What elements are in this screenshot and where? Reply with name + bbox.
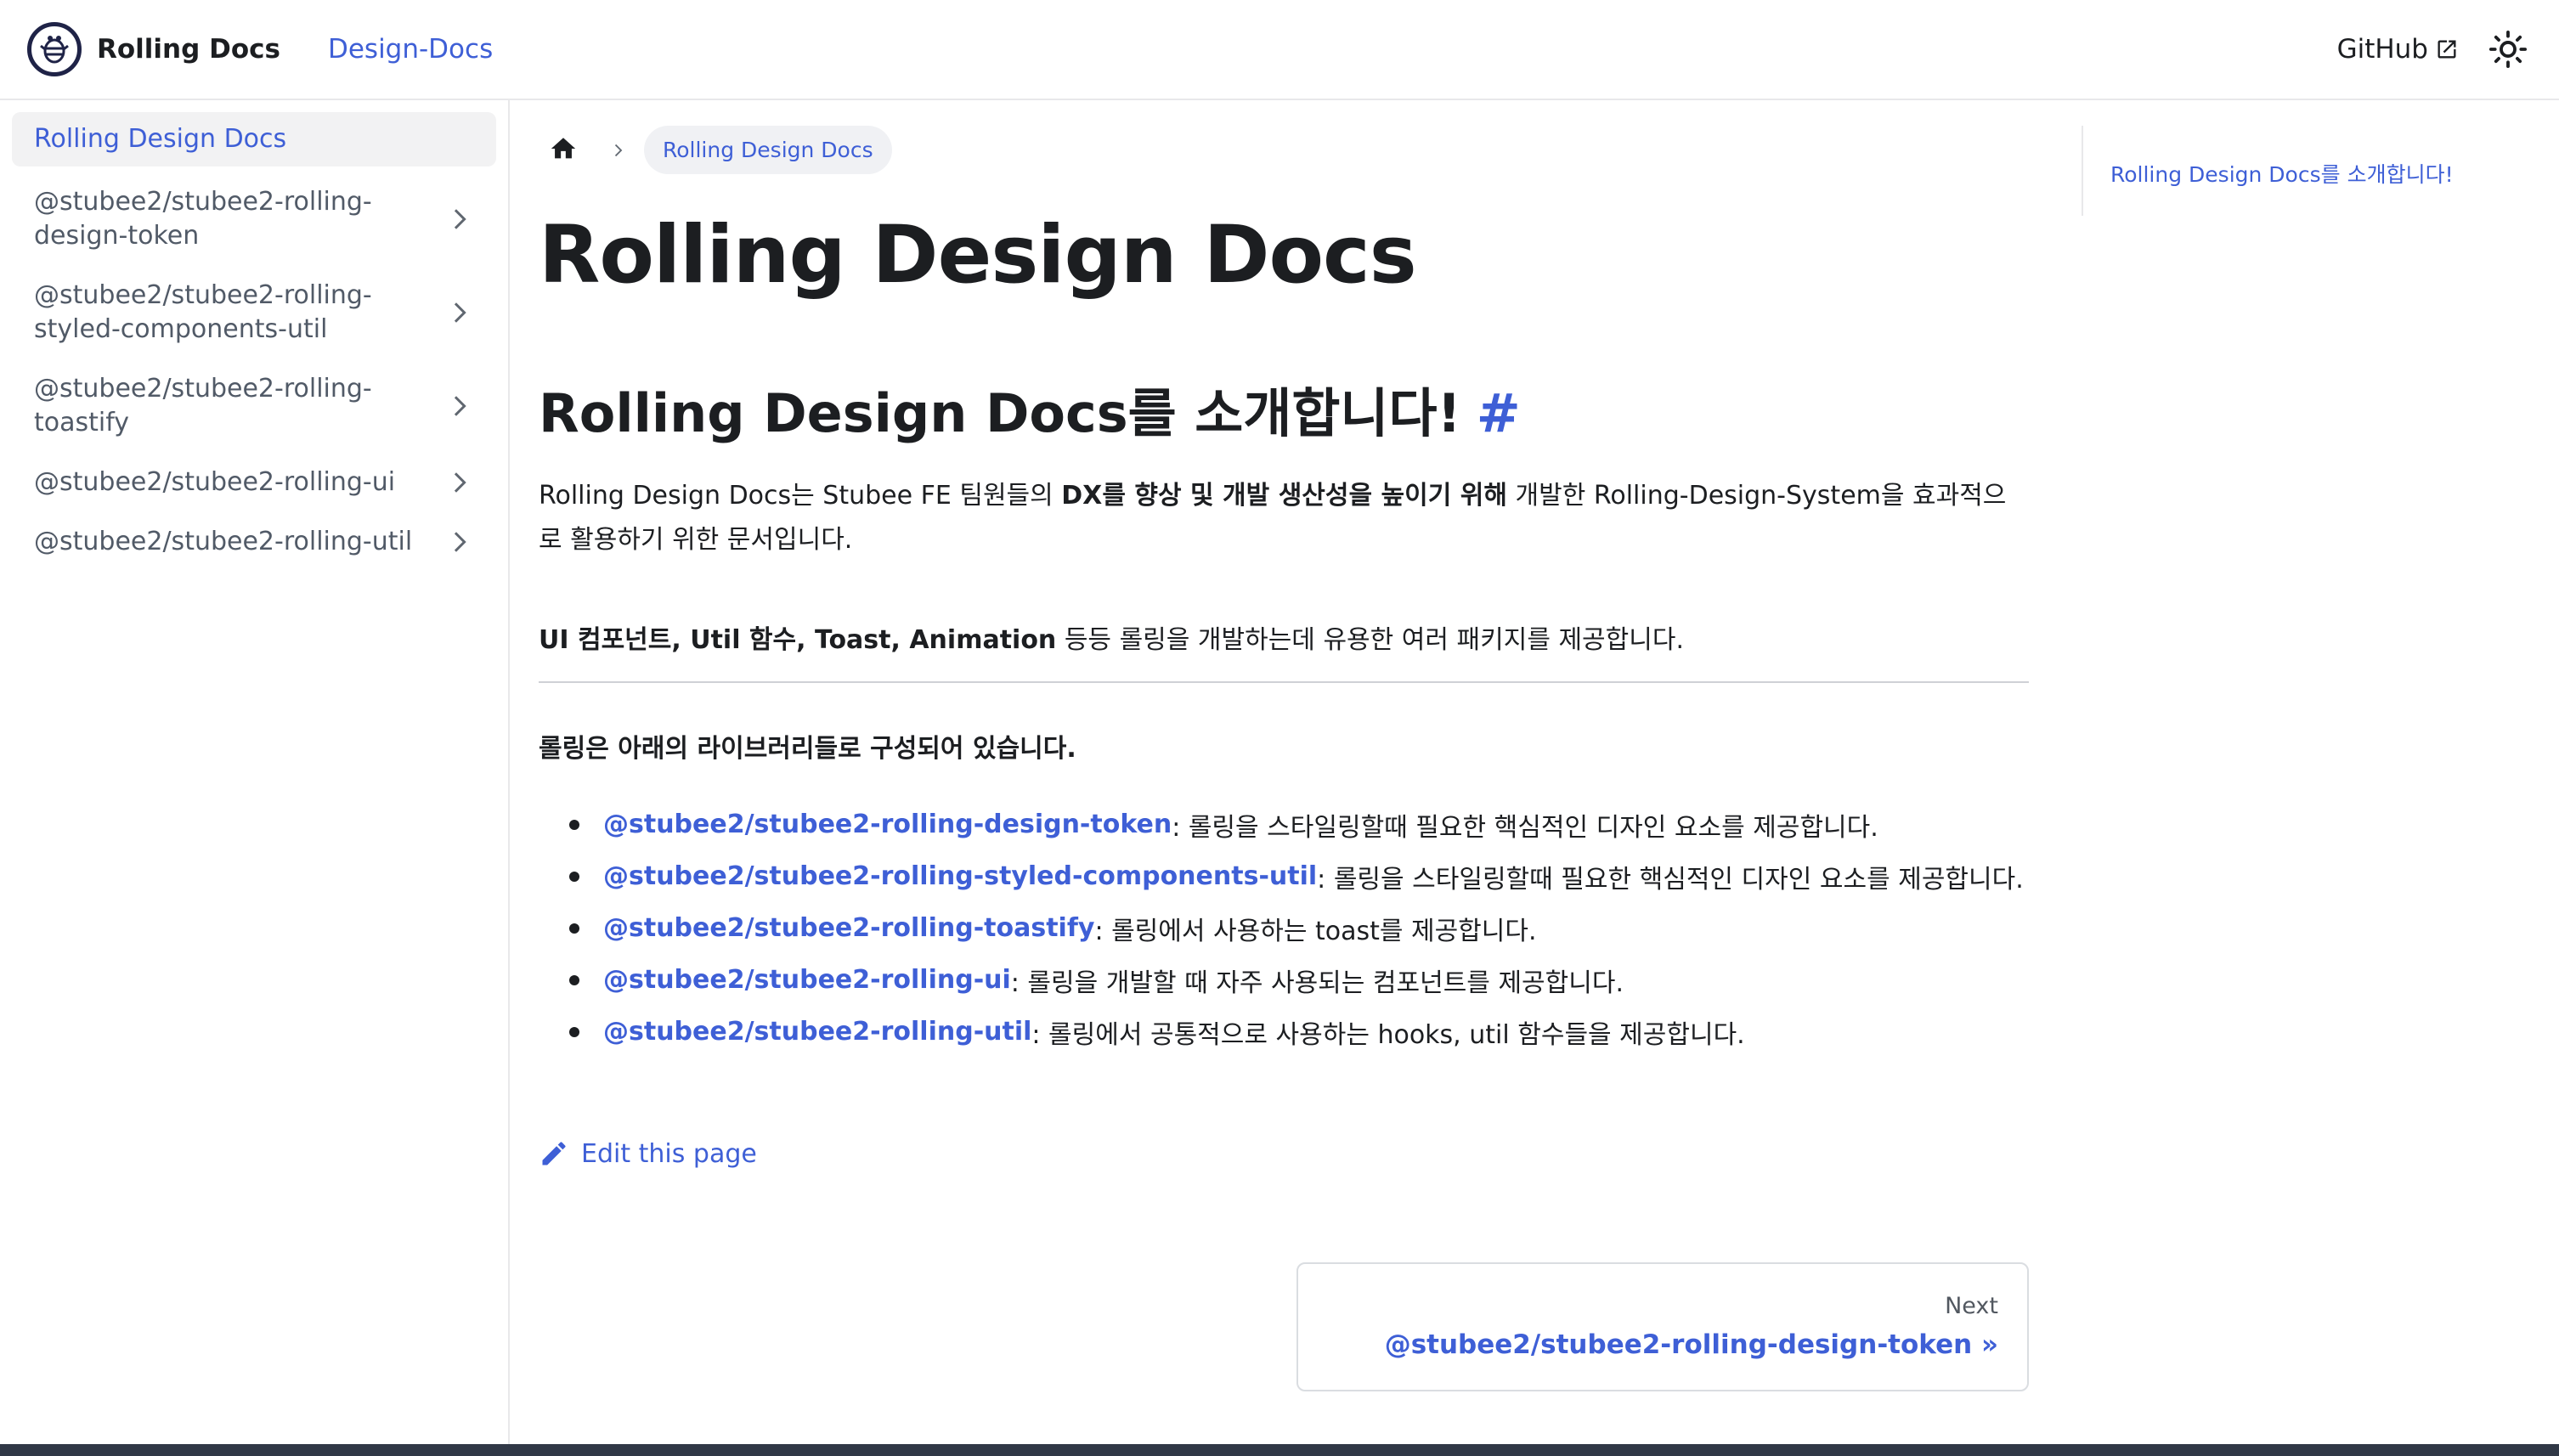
package-desc: : 롤링에서 사용하는 toast를 제공합니다. xyxy=(1094,916,1537,946)
sidebar-item-toastify[interactable]: @stubee2/stubee2-rolling-toastify xyxy=(12,365,496,447)
sidebar-item-label: @stubee2/stubee2-rolling-ui xyxy=(34,467,396,497)
breadcrumb-home[interactable] xyxy=(549,134,578,166)
sidebar-item-label: @stubee2/stubee2-rolling-util xyxy=(34,527,413,556)
chevron-right-icon[interactable] xyxy=(443,297,474,328)
libraries-heading: 롤링은 아래의 라이브러리들로 구성되어 있습니다. xyxy=(539,734,1076,764)
section-title: Rolling Design Docs를 소개합니다! # xyxy=(539,370,1521,447)
libraries-list: @stubee2/stubee2-rolling-design-token : … xyxy=(569,799,2024,1058)
bullet xyxy=(569,923,579,934)
sidebar-item-design-token[interactable]: @stubee2/stubee2-rolling-design-token xyxy=(12,178,496,260)
brand-title[interactable]: Rolling Docs xyxy=(97,34,280,65)
package-link[interactable]: @stubee2/stubee2-rolling-design-token xyxy=(603,810,1172,839)
sidebar-item-util[interactable]: @stubee2/stubee2-rolling-util xyxy=(12,518,496,566)
list-item: @stubee2/stubee2-rolling-util : 롤링에서 공통적… xyxy=(569,1006,2014,1058)
sidebar-item-label: @stubee2/stubee2-rolling-toastify xyxy=(34,374,372,437)
features-paragraph: UI 컴포넌트, Util 함수, Toast, Animation 등등 롤링… xyxy=(539,618,2029,663)
anchor-hash-link[interactable]: # xyxy=(1477,382,1521,444)
nav-link-design-docs[interactable]: Design-Docs xyxy=(328,34,493,65)
navbar-right: GitHub xyxy=(2337,25,2532,73)
list-item: @stubee2/stubee2-rolling-toastify : 롤링에서… xyxy=(569,902,2014,954)
list-item: @stubee2/stubee2-rolling-design-token : … xyxy=(569,799,2014,850)
pencil-icon xyxy=(542,1142,566,1165)
package-desc: : 롤링을 스타일링할때 필요한 핵심적인 디자인 요소를 제공합니다. xyxy=(1172,812,1878,843)
package-desc: : 롤링을 개발할 때 자주 사용되는 컴포넌트를 제공합니다. xyxy=(1010,968,1624,998)
external-link-icon xyxy=(2438,40,2456,59)
features-bold: UI 컴포넌트, Util 함수, Toast, Animation xyxy=(539,625,1057,655)
chevron-right-icon xyxy=(614,144,623,156)
table-of-contents: Rolling Design Docs를 소개합니다! xyxy=(2082,126,2454,216)
sidebar-item-label: @stubee2/stubee2-rolling-styled-componen… xyxy=(34,280,372,344)
github-link[interactable]: GitHub xyxy=(2337,34,2459,65)
sun-icon xyxy=(2488,30,2528,69)
breadcrumb-current[interactable]: Rolling Design Docs xyxy=(644,126,892,174)
github-label: GitHub xyxy=(2336,34,2428,65)
divider xyxy=(539,681,2029,683)
package-link[interactable]: @stubee2/stubee2-rolling-toastify xyxy=(603,913,1094,943)
chevron-right-icon[interactable] xyxy=(443,467,474,498)
package-link[interactable]: @stubee2/stubee2-rolling-ui xyxy=(603,965,1011,995)
navbar: Rolling Docs Design-Docs GitHub xyxy=(0,0,2559,100)
sidebar-item-ui[interactable]: @stubee2/stubee2-rolling-ui xyxy=(12,459,496,506)
pagination-sub-label: Next xyxy=(1945,1293,1998,1319)
intro-paragraph: Rolling Design Docs는 Stubee FE 팀원들의 DX를 … xyxy=(539,474,2029,562)
package-link[interactable]: @stubee2/stubee2-rolling-util xyxy=(603,1017,1031,1047)
section-title-text: Rolling Design Docs를 소개합니다! xyxy=(539,382,1461,444)
sidebar: Rolling Design Docs @stubee2/stubee2-rol… xyxy=(0,100,510,1444)
list-item: @stubee2/stubee2-rolling-ui : 롤링을 개발할 때 … xyxy=(569,954,2014,1006)
package-desc: : 롤링에서 공통적으로 사용하는 hooks, util 함수들을 제공합니다… xyxy=(1031,1019,1745,1050)
intro-text: Rolling Design Docs는 Stubee FE 팀원들의 xyxy=(539,481,1062,511)
pagination-label: @stubee2/stubee2-rolling-design-token » xyxy=(1384,1329,1998,1360)
home-icon xyxy=(551,137,576,158)
toc-item[interactable]: Rolling Design Docs를 소개합니다! xyxy=(2110,162,2454,187)
breadcrumb: Rolling Design Docs xyxy=(549,126,892,174)
page-title: Rolling Design Docs xyxy=(539,209,1417,302)
sidebar-item-rolling-design-docs[interactable]: Rolling Design Docs xyxy=(12,112,496,166)
pagination-next[interactable]: Next @stubee2/stubee2-rolling-design-tok… xyxy=(1296,1262,2029,1391)
sidebar-item-styled-components-util[interactable]: @stubee2/stubee2-rolling-styled-componen… xyxy=(12,272,496,353)
list-item: @stubee2/stubee2-rolling-styled-componen… xyxy=(569,850,2024,902)
features-text: 등등 롤링을 개발하는데 유용한 여러 패키지를 제공합니다. xyxy=(1056,625,1684,655)
edit-page-label: Edit this page xyxy=(581,1138,757,1169)
intro-bold: DX를 향상 및 개발 생산성을 높이기 위해 xyxy=(1061,481,1507,511)
brand-logo-icon[interactable] xyxy=(27,22,82,76)
theme-toggle-button[interactable] xyxy=(2484,25,2532,73)
chevron-right-icon[interactable] xyxy=(443,391,474,421)
chevron-right-icon[interactable] xyxy=(443,204,474,234)
bullet xyxy=(569,819,579,830)
edit-page-link[interactable]: Edit this page xyxy=(539,1138,757,1169)
bullet xyxy=(569,974,579,985)
bullet xyxy=(569,1026,579,1037)
package-link[interactable]: @stubee2/stubee2-rolling-styled-componen… xyxy=(603,861,1317,891)
sidebar-item-label: Rolling Design Docs xyxy=(34,124,287,154)
sidebar-item-label: @stubee2/stubee2-rolling-design-token xyxy=(34,187,372,251)
bullet xyxy=(569,871,579,882)
footer-strip xyxy=(0,1444,2559,1456)
package-desc: : 롤링을 스타일링할때 필요한 핵심적인 디자인 요소를 제공합니다. xyxy=(1317,864,2024,894)
chevron-right-icon[interactable] xyxy=(443,527,474,557)
